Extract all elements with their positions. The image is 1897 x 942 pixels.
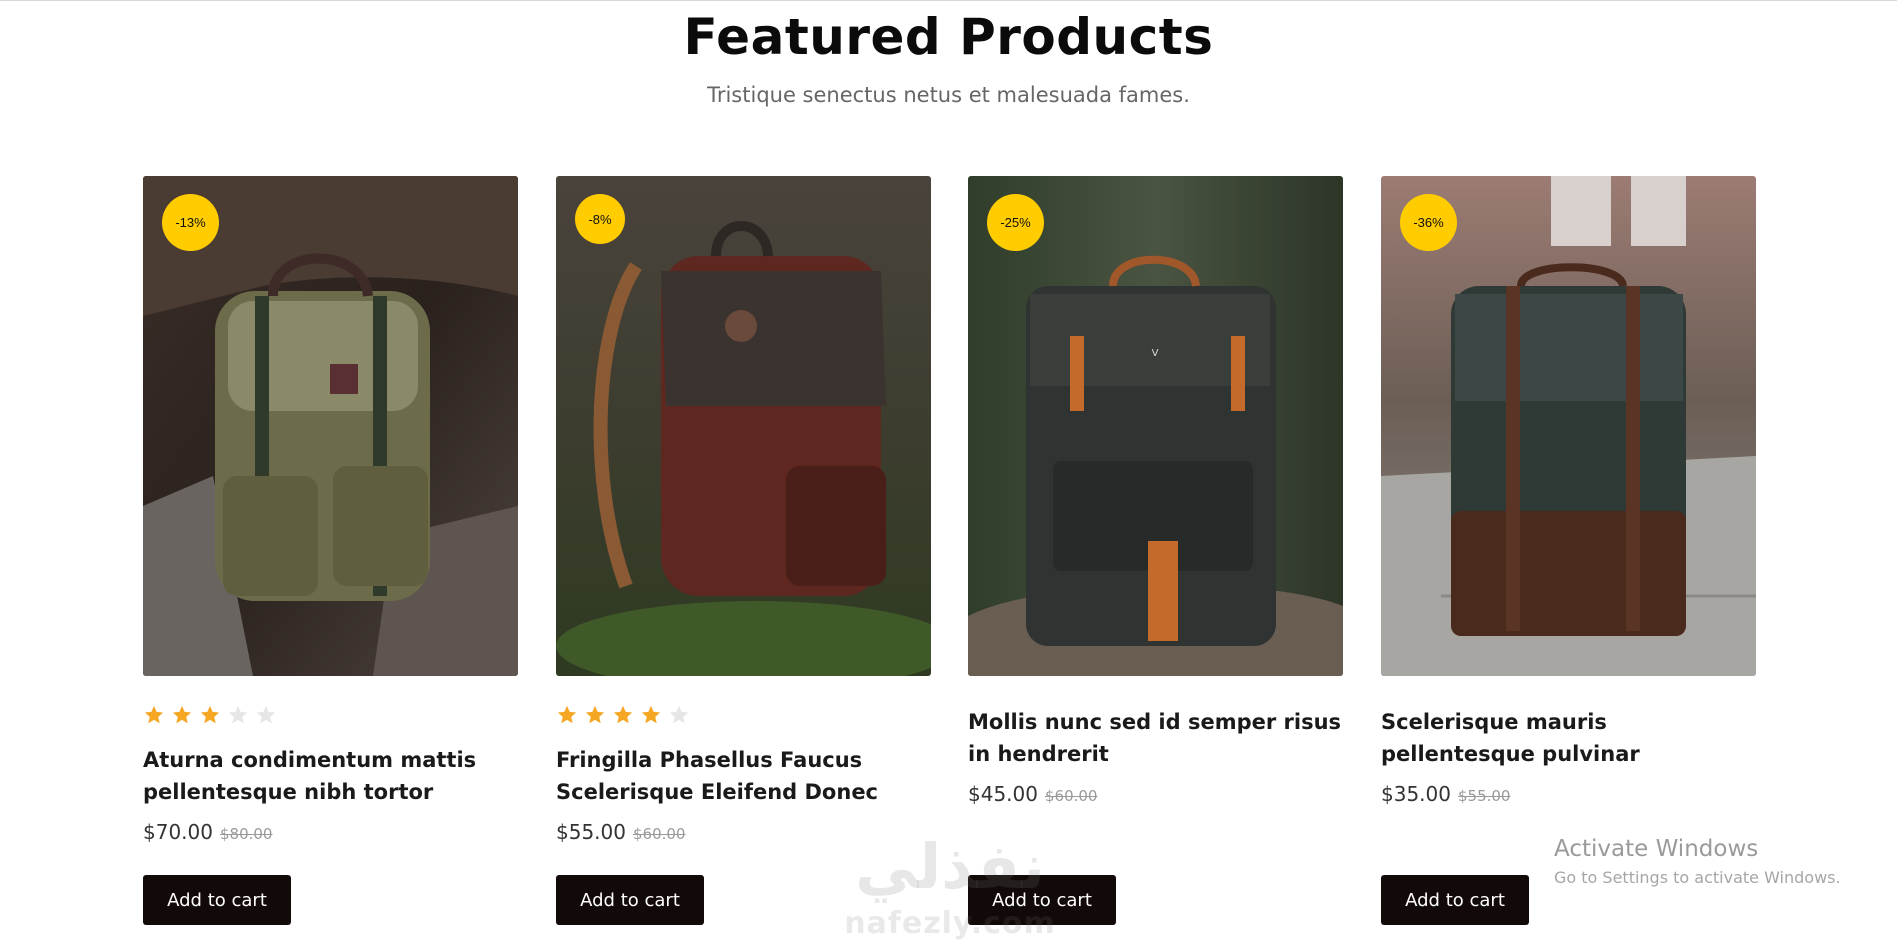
original-price: $55.00 xyxy=(1457,787,1511,805)
add-to-cart-button[interactable]: Add to cart xyxy=(556,875,704,925)
star-empty-icon xyxy=(669,705,689,724)
price: $70.00 $80.00 xyxy=(143,820,272,844)
current-price: $70.00 xyxy=(143,820,213,844)
discount-badge: -13% xyxy=(162,194,219,251)
star-filled-icon xyxy=(200,705,220,724)
price: $35.00 $55.00 xyxy=(1381,782,1510,806)
product-card: -36% Scelerisque mauris pellentesque pul… xyxy=(1381,176,1756,936)
star-filled-icon xyxy=(641,705,661,724)
section-title: Featured Products xyxy=(683,8,1214,66)
black-camera-backpack-photo: V xyxy=(968,176,1343,676)
product-image-link[interactable] xyxy=(1381,176,1756,676)
star-empty-icon xyxy=(228,705,248,724)
windows-activation-notice: Activate Windows Go to Settings to activ… xyxy=(1554,836,1884,887)
add-to-cart-button[interactable]: Add to cart xyxy=(968,875,1116,925)
star-filled-icon xyxy=(172,705,192,724)
discount-badge: -25% xyxy=(987,194,1044,251)
product-title[interactable]: Scelerisque mauris pellentesque pulvinar xyxy=(1381,706,1756,770)
price: $55.00 $60.00 xyxy=(556,820,685,844)
add-to-cart-button[interactable]: Add to cart xyxy=(143,875,291,925)
activation-body: Go to Settings to activate Windows. xyxy=(1554,868,1841,887)
star-filled-icon xyxy=(585,705,605,724)
original-price: $80.00 xyxy=(219,825,273,843)
star-empty-icon xyxy=(256,705,276,724)
product-image-link[interactable] xyxy=(143,176,518,676)
product-card: -13% Aturna condimentum mattis pellentes… xyxy=(143,176,518,936)
discount-badge: -8% xyxy=(575,194,625,244)
current-price: $35.00 xyxy=(1381,782,1451,806)
section-subtitle: Tristique senectus netus et malesuada fa… xyxy=(707,83,1190,107)
green-leather-backpack-photo xyxy=(1381,176,1756,676)
add-to-cart-button[interactable]: Add to cart xyxy=(1381,875,1529,925)
current-price: $55.00 xyxy=(556,820,626,844)
svg-text:V: V xyxy=(1152,348,1159,359)
current-price: $45.00 xyxy=(968,782,1038,806)
product-card: -8% Fringilla Phasellus Faucus Scelerisq… xyxy=(556,176,931,936)
product-card: V -25% Mollis nunc sed id semper risus i… xyxy=(968,176,1343,936)
original-price: $60.00 xyxy=(1044,787,1098,805)
star-rating xyxy=(556,704,690,728)
star-filled-icon xyxy=(557,705,577,724)
activation-title: Activate Windows xyxy=(1554,836,1759,862)
discount-badge: -36% xyxy=(1400,194,1457,251)
price: $45.00 $60.00 xyxy=(968,782,1097,806)
product-title[interactable]: Mollis nunc sed id semper risus in hendr… xyxy=(968,706,1343,770)
product-image-link[interactable]: V xyxy=(968,176,1343,676)
star-filled-icon xyxy=(144,705,164,724)
star-rating xyxy=(143,704,277,728)
brown-leather-backpack-photo xyxy=(556,176,931,676)
star-filled-icon xyxy=(613,705,633,724)
product-title[interactable]: Fringilla Phasellus Faucus Scelerisque E… xyxy=(556,744,931,808)
olive-canvas-backpack-photo xyxy=(143,176,518,676)
original-price: $60.00 xyxy=(632,825,686,843)
product-image-link[interactable] xyxy=(556,176,931,676)
top-divider xyxy=(0,0,1897,1)
product-title[interactable]: Aturna condimentum mattis pellentesque n… xyxy=(143,744,518,808)
